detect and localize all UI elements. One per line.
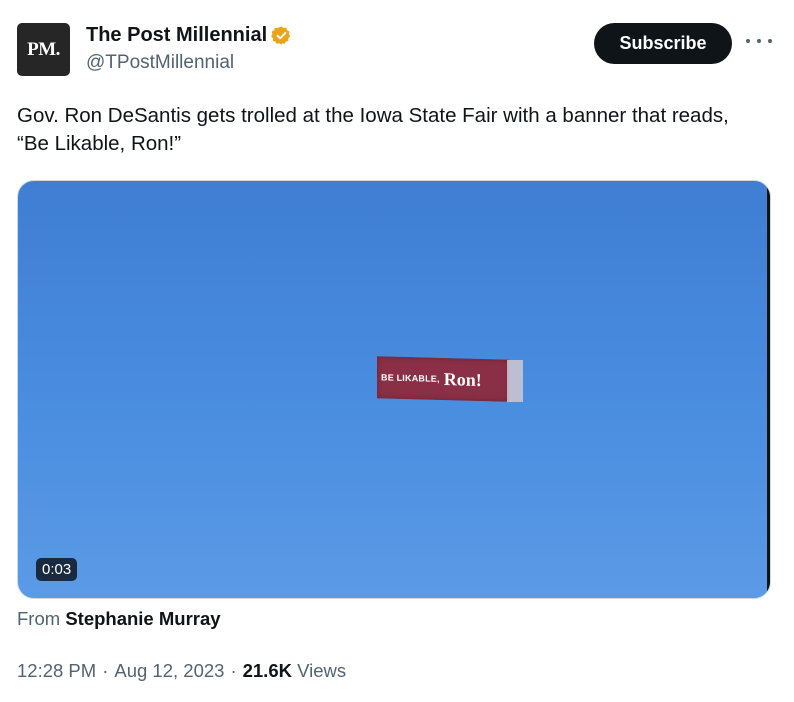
media-attribution: From Stephanie Murray <box>17 608 221 630</box>
banner-tail <box>507 360 523 402</box>
aerial-banner: BE LIKABLE, Ron! <box>377 356 527 406</box>
author-name-row: The Post Millennial <box>86 24 292 47</box>
verified-badge-icon[interactable] <box>271 25 292 46</box>
tweet-card: PM. The Post Millennial @TPostMillennial… <box>0 0 794 702</box>
banner-small-text: BE LIKABLE, <box>381 372 440 384</box>
more-dot <box>746 39 750 43</box>
views-group: 21.6K Views <box>243 660 347 682</box>
video-player[interactable]: BE LIKABLE, Ron! 0:03 <box>17 180 771 599</box>
author-display-name[interactable]: The Post Millennial <box>86 24 267 47</box>
meta-separator: · <box>102 660 109 681</box>
tweet-text: Gov. Ron DeSantis gets trolled at the Io… <box>17 104 729 155</box>
avatar[interactable]: PM. <box>17 23 70 76</box>
media-edge <box>767 181 770 598</box>
attribution-source-link[interactable]: Stephanie Murray <box>65 608 220 629</box>
more-dot <box>757 39 761 43</box>
tweet-date[interactable]: Aug 12, 2023 <box>114 660 224 682</box>
tweet-time[interactable]: 12:28 PM <box>17 660 96 682</box>
meta-separator: · <box>230 660 237 681</box>
author-handle[interactable]: @TPostMillennial <box>86 52 234 74</box>
views-label: Views <box>297 660 347 681</box>
subscribe-button[interactable]: Subscribe <box>594 23 732 64</box>
video-duration-badge: 0:03 <box>36 558 78 581</box>
attribution-prefix: From <box>17 608 61 629</box>
banner-big-text: Ron! <box>443 368 482 390</box>
tweet-meta: 12:28 PM · Aug 12, 2023 · 21.6K Views <box>17 660 346 682</box>
more-horizontal-icon[interactable] <box>746 31 772 51</box>
banner-cloth: BE LIKABLE, Ron! <box>377 356 509 402</box>
more-dot <box>768 39 772 43</box>
avatar-text: PM. <box>27 38 60 60</box>
views-count: 21.6K <box>242 660 292 681</box>
